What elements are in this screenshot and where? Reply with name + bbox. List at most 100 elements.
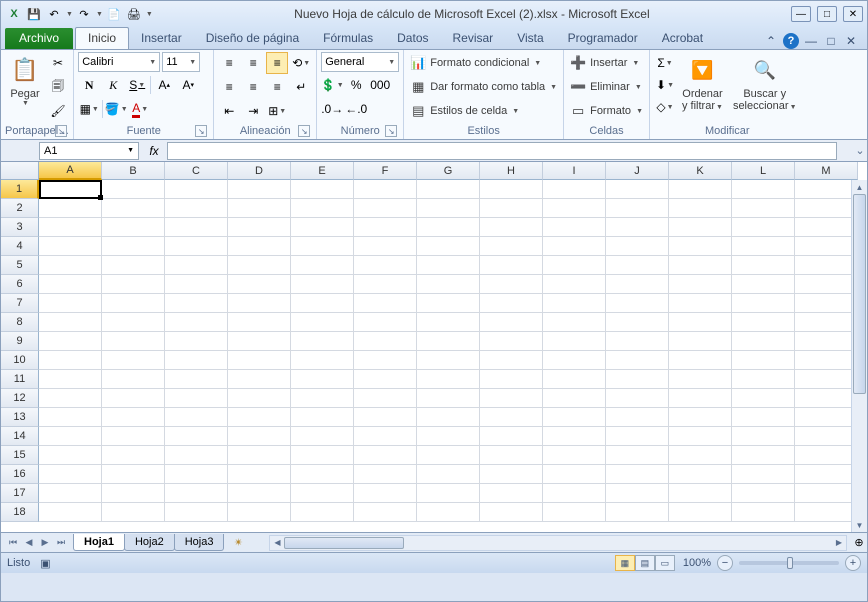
- cell[interactable]: [354, 503, 417, 522]
- cell[interactable]: [669, 484, 732, 503]
- scroll-up-icon[interactable]: ▲: [852, 180, 867, 194]
- sheet-next-icon[interactable]: ▶: [37, 535, 53, 551]
- cell[interactable]: [732, 389, 795, 408]
- cell[interactable]: [417, 484, 480, 503]
- row-header[interactable]: 8: [1, 313, 39, 332]
- cell[interactable]: [606, 237, 669, 256]
- cell[interactable]: [39, 465, 102, 484]
- vertical-scrollbar[interactable]: ▲ ▼: [851, 180, 867, 532]
- cell[interactable]: [795, 199, 858, 218]
- column-header[interactable]: G: [417, 162, 480, 180]
- tab-revisar[interactable]: Revisar: [441, 28, 506, 49]
- cell[interactable]: [543, 370, 606, 389]
- formula-expand-icon[interactable]: ⌄: [853, 144, 867, 157]
- cell[interactable]: [39, 408, 102, 427]
- tab-insertar[interactable]: Insertar: [129, 28, 194, 49]
- cell[interactable]: [165, 484, 228, 503]
- format-button[interactable]: ▭Formato▼: [568, 100, 645, 122]
- cell[interactable]: [102, 484, 165, 503]
- cut-icon[interactable]: ✂: [47, 52, 69, 74]
- cell[interactable]: [354, 237, 417, 256]
- cell[interactable]: [669, 199, 732, 218]
- cell-styles-button[interactable]: ▤Estilos de celda▼: [408, 100, 521, 122]
- row-header[interactable]: 14: [1, 427, 39, 446]
- cell[interactable]: [669, 275, 732, 294]
- row-header[interactable]: 11: [1, 370, 39, 389]
- decrease-decimal-icon[interactable]: ←.0: [345, 98, 367, 120]
- cell[interactable]: [795, 294, 858, 313]
- cell[interactable]: [165, 256, 228, 275]
- cell[interactable]: [543, 256, 606, 275]
- currency-icon[interactable]: 💲▼: [321, 74, 343, 96]
- insert-button[interactable]: ➕Insertar▼: [568, 52, 641, 74]
- cell[interactable]: [480, 218, 543, 237]
- fx-button[interactable]: fx: [141, 142, 167, 160]
- cell[interactable]: [228, 427, 291, 446]
- cell[interactable]: [102, 199, 165, 218]
- cell[interactable]: [732, 294, 795, 313]
- underline-button[interactable]: S▼: [126, 74, 148, 96]
- alignment-launcher[interactable]: ↘: [298, 125, 310, 137]
- formula-input[interactable]: [167, 142, 837, 160]
- cell[interactable]: [228, 503, 291, 522]
- cell[interactable]: [102, 256, 165, 275]
- doc-close-icon[interactable]: ✕: [843, 33, 859, 49]
- cell[interactable]: [102, 465, 165, 484]
- row-header[interactable]: 18: [1, 503, 39, 522]
- excel-icon[interactable]: X: [5, 5, 23, 23]
- fill-icon[interactable]: ⬇▼: [654, 74, 676, 96]
- column-header[interactable]: A: [39, 162, 102, 180]
- undo-dropdown[interactable]: ▼: [66, 11, 73, 18]
- tab-inicio[interactable]: Inicio: [75, 27, 129, 49]
- cell[interactable]: [417, 389, 480, 408]
- font-color-button[interactable]: A▼: [129, 98, 151, 120]
- cell[interactable]: [165, 237, 228, 256]
- cell[interactable]: [480, 370, 543, 389]
- cell[interactable]: [165, 408, 228, 427]
- cell[interactable]: [39, 446, 102, 465]
- cell[interactable]: [354, 294, 417, 313]
- cell[interactable]: [732, 199, 795, 218]
- cell[interactable]: [669, 427, 732, 446]
- column-header[interactable]: C: [165, 162, 228, 180]
- cell[interactable]: [102, 180, 165, 199]
- decrease-indent-icon[interactable]: ⇤: [218, 100, 240, 122]
- cell[interactable]: [354, 408, 417, 427]
- cell[interactable]: [417, 408, 480, 427]
- cell[interactable]: [354, 180, 417, 199]
- column-header[interactable]: H: [480, 162, 543, 180]
- cell[interactable]: [480, 275, 543, 294]
- cell[interactable]: [543, 465, 606, 484]
- cell[interactable]: [795, 351, 858, 370]
- row-header[interactable]: 10: [1, 351, 39, 370]
- cell[interactable]: [606, 256, 669, 275]
- cell[interactable]: [228, 446, 291, 465]
- cell[interactable]: [417, 218, 480, 237]
- cell[interactable]: [606, 275, 669, 294]
- cell[interactable]: [480, 294, 543, 313]
- align-right-icon[interactable]: ≡: [266, 76, 288, 98]
- cell[interactable]: [669, 294, 732, 313]
- cell[interactable]: [732, 332, 795, 351]
- sheet-last-icon[interactable]: ⏭: [53, 535, 69, 551]
- column-header[interactable]: L: [732, 162, 795, 180]
- cell[interactable]: [480, 408, 543, 427]
- cell[interactable]: [417, 180, 480, 199]
- orientation-icon[interactable]: ⟲▼: [290, 52, 312, 74]
- cell[interactable]: [606, 332, 669, 351]
- cell[interactable]: [291, 256, 354, 275]
- cell[interactable]: [795, 275, 858, 294]
- row-header[interactable]: 7: [1, 294, 39, 313]
- delete-button[interactable]: ➖Eliminar▼: [568, 76, 644, 98]
- scroll-left-icon[interactable]: ◀: [270, 538, 284, 547]
- close-button[interactable]: ✕: [843, 6, 863, 22]
- cell[interactable]: [669, 446, 732, 465]
- minimize-button[interactable]: —: [791, 6, 811, 22]
- cell[interactable]: [480, 427, 543, 446]
- cell[interactable]: [606, 465, 669, 484]
- cell[interactable]: [354, 351, 417, 370]
- cell[interactable]: [417, 446, 480, 465]
- cell[interactable]: [354, 465, 417, 484]
- cell[interactable]: [732, 370, 795, 389]
- merge-button[interactable]: ⊞▼: [266, 100, 288, 122]
